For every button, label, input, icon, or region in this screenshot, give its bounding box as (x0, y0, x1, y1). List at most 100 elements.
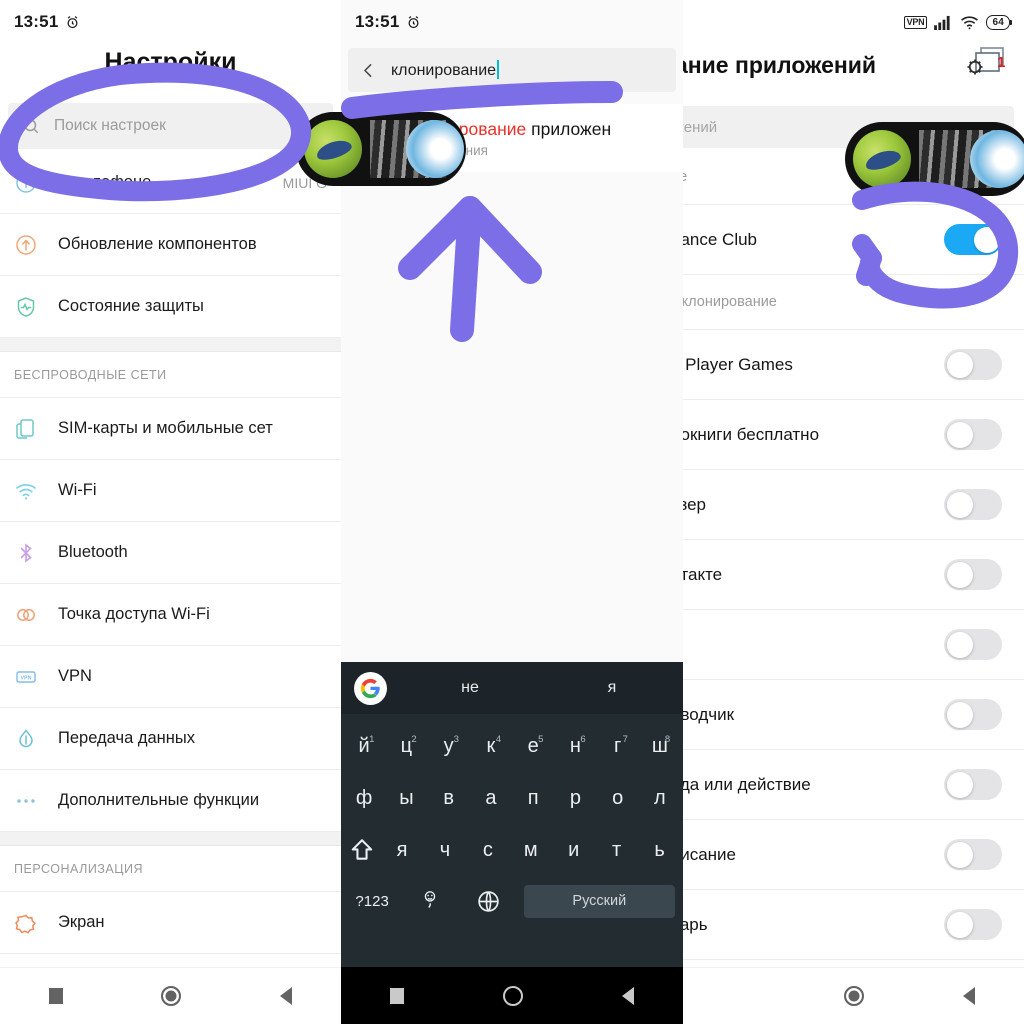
clock-time: 13:51 (14, 12, 59, 31)
key-е[interactable]: е5 (512, 733, 554, 758)
home-circle-icon[interactable] (844, 986, 865, 1006)
key-р[interactable]: р (554, 787, 596, 810)
key-ы[interactable]: ы (385, 787, 427, 810)
settings-row[interactable]: Bluetooth (0, 522, 341, 584)
section-header-label: ПЕРСОНАЛИЗАЦИЯ (14, 861, 143, 876)
page-title: Настройки (104, 48, 237, 76)
back-triangle-icon[interactable] (279, 987, 292, 1005)
keyboard-row-1: й1ц2у3к4е5н6г7ш8 (343, 720, 681, 772)
search-query-field[interactable]: клонирование (348, 48, 676, 92)
svg-text:1: 1 (997, 54, 1005, 71)
cloning-app-label: 4 Player Games (683, 354, 793, 374)
settings-row[interactable]: О телефоне MIUI G (0, 152, 341, 214)
key-н[interactable]: н6 (554, 733, 596, 758)
cloning-app-row[interactable]: нтакте (683, 540, 1024, 610)
settings-row[interactable]: VPN VPN (0, 646, 341, 708)
key-number: 6 (580, 733, 586, 745)
clone-toggle[interactable] (944, 769, 1002, 800)
home-circle-icon[interactable] (502, 985, 523, 1006)
signal-bars-icon (934, 15, 951, 30)
clone-toggle[interactable] (944, 419, 1002, 450)
clone-toggle[interactable] (944, 489, 1002, 520)
key-л[interactable]: л (639, 787, 681, 810)
key-label: е (527, 734, 539, 757)
spacebar-key[interactable]: Русский (523, 884, 676, 918)
key-ц[interactable]: ц2 (385, 734, 427, 758)
settings-row[interactable]: Обновление компонентов (0, 214, 341, 276)
key-ч[interactable]: ч (423, 839, 466, 862)
key-м[interactable]: м (509, 839, 552, 862)
settings-row[interactable]: Дополнительные функции (0, 770, 341, 832)
settings-row[interactable]: Состояние защиты (0, 276, 341, 338)
clone-toggle[interactable] (944, 559, 1002, 590)
key-г[interactable]: г7 (597, 734, 639, 758)
clone-toggle[interactable] (944, 349, 1002, 380)
cloning-app-row[interactable]: варь (683, 890, 1024, 960)
keyboard-rows: й1ц2у3к4е5н6г7ш8 фывапрол ячсмить ?123 Р… (341, 714, 683, 926)
cloning-app-label: писание (683, 844, 736, 864)
numeric-key[interactable]: ?123 (343, 893, 401, 910)
cloning-app-row[interactable]: еводчик (683, 680, 1024, 750)
shift-icon[interactable] (343, 837, 381, 863)
key-я[interactable]: я (381, 839, 424, 862)
toggle-knob (946, 561, 973, 588)
clone-toggle[interactable] (944, 909, 1002, 940)
google-g-icon[interactable] (354, 671, 387, 705)
keyboard-suggestion-0[interactable]: не (399, 679, 541, 697)
key-number: 8 (664, 733, 671, 745)
cloning-app-row[interactable]: иокниги бесплатно (683, 400, 1024, 470)
settings-row[interactable]: Передача данных (0, 708, 341, 770)
key-о[interactable]: о (597, 787, 639, 810)
settings-row-label: Bluetooth (58, 543, 128, 561)
clone-toggle[interactable] (944, 629, 1002, 660)
clone-toggle[interactable] (944, 224, 1002, 255)
globe-icon[interactable] (459, 889, 517, 914)
key-number: 5 (538, 733, 544, 745)
keyboard-row-2: фывапрол (343, 772, 681, 824)
clone-toggle[interactable] (944, 699, 1002, 730)
toggle-knob (946, 491, 973, 518)
settings-row[interactable]: Точка доступа Wi-Fi (0, 584, 341, 646)
cloning-app-row[interactable]: 4 Player Games (683, 330, 1024, 400)
cloning-app-row[interactable]: писание (683, 820, 1024, 890)
update-icon (14, 233, 58, 257)
home-circle-icon[interactable] (161, 986, 182, 1006)
recents-square-icon[interactable] (390, 987, 405, 1004)
settings-row[interactable]: Wi-Fi (0, 460, 341, 522)
navigation-bar-panel2 (341, 967, 683, 1024)
key-ь[interactable]: ь (638, 839, 681, 862)
key-й[interactable]: й1 (343, 734, 385, 758)
display-icon (14, 911, 58, 935)
cloning-section-label: т клонирование (683, 294, 777, 310)
cloning-app-row[interactable]: nance Club (683, 205, 1024, 275)
key-в[interactable]: в (428, 787, 470, 810)
settings-row[interactable]: Экран (0, 892, 341, 954)
recents-square-icon[interactable] (49, 988, 64, 1004)
back-triangle-icon[interactable] (962, 987, 975, 1005)
key-у[interactable]: у3 (428, 734, 470, 758)
key-т[interactable]: т (595, 839, 638, 862)
cloning-search-placeholder: кений (683, 118, 718, 136)
key-к[interactable]: к4 (470, 734, 512, 758)
key-а[interactable]: а (470, 787, 512, 810)
status-clock: 13:51 (355, 12, 421, 32)
key-и[interactable]: и (552, 839, 595, 862)
search-settings-field[interactable]: Поиск настроек (8, 103, 333, 149)
back-chevron-icon[interactable] (360, 62, 377, 79)
key-ф[interactable]: ф (343, 787, 385, 810)
back-triangle-icon[interactable] (621, 986, 634, 1005)
key-с[interactable]: с (466, 839, 509, 862)
cloning-app-row[interactable]: вда или действие (683, 750, 1024, 820)
clone-toggle[interactable] (944, 839, 1002, 870)
settings-row-label: Состояние защиты (58, 297, 204, 315)
key-п[interactable]: п (512, 787, 554, 810)
emoji-icon[interactable] (401, 889, 459, 913)
cloning-app-row[interactable]: узер (683, 470, 1024, 540)
cloning-settings-gear-icon[interactable]: 1 (958, 38, 1014, 94)
key-ш[interactable]: ш8 (639, 733, 681, 758)
cloning-app-row[interactable]: о (683, 610, 1024, 680)
settings-row-label: Wi-Fi (58, 481, 97, 499)
status-bar-panel2: 13:51 (341, 0, 683, 44)
settings-row[interactable]: SIM-карты и мобильные сет (0, 398, 341, 460)
keyboard-suggestion-1[interactable]: я (541, 679, 683, 697)
